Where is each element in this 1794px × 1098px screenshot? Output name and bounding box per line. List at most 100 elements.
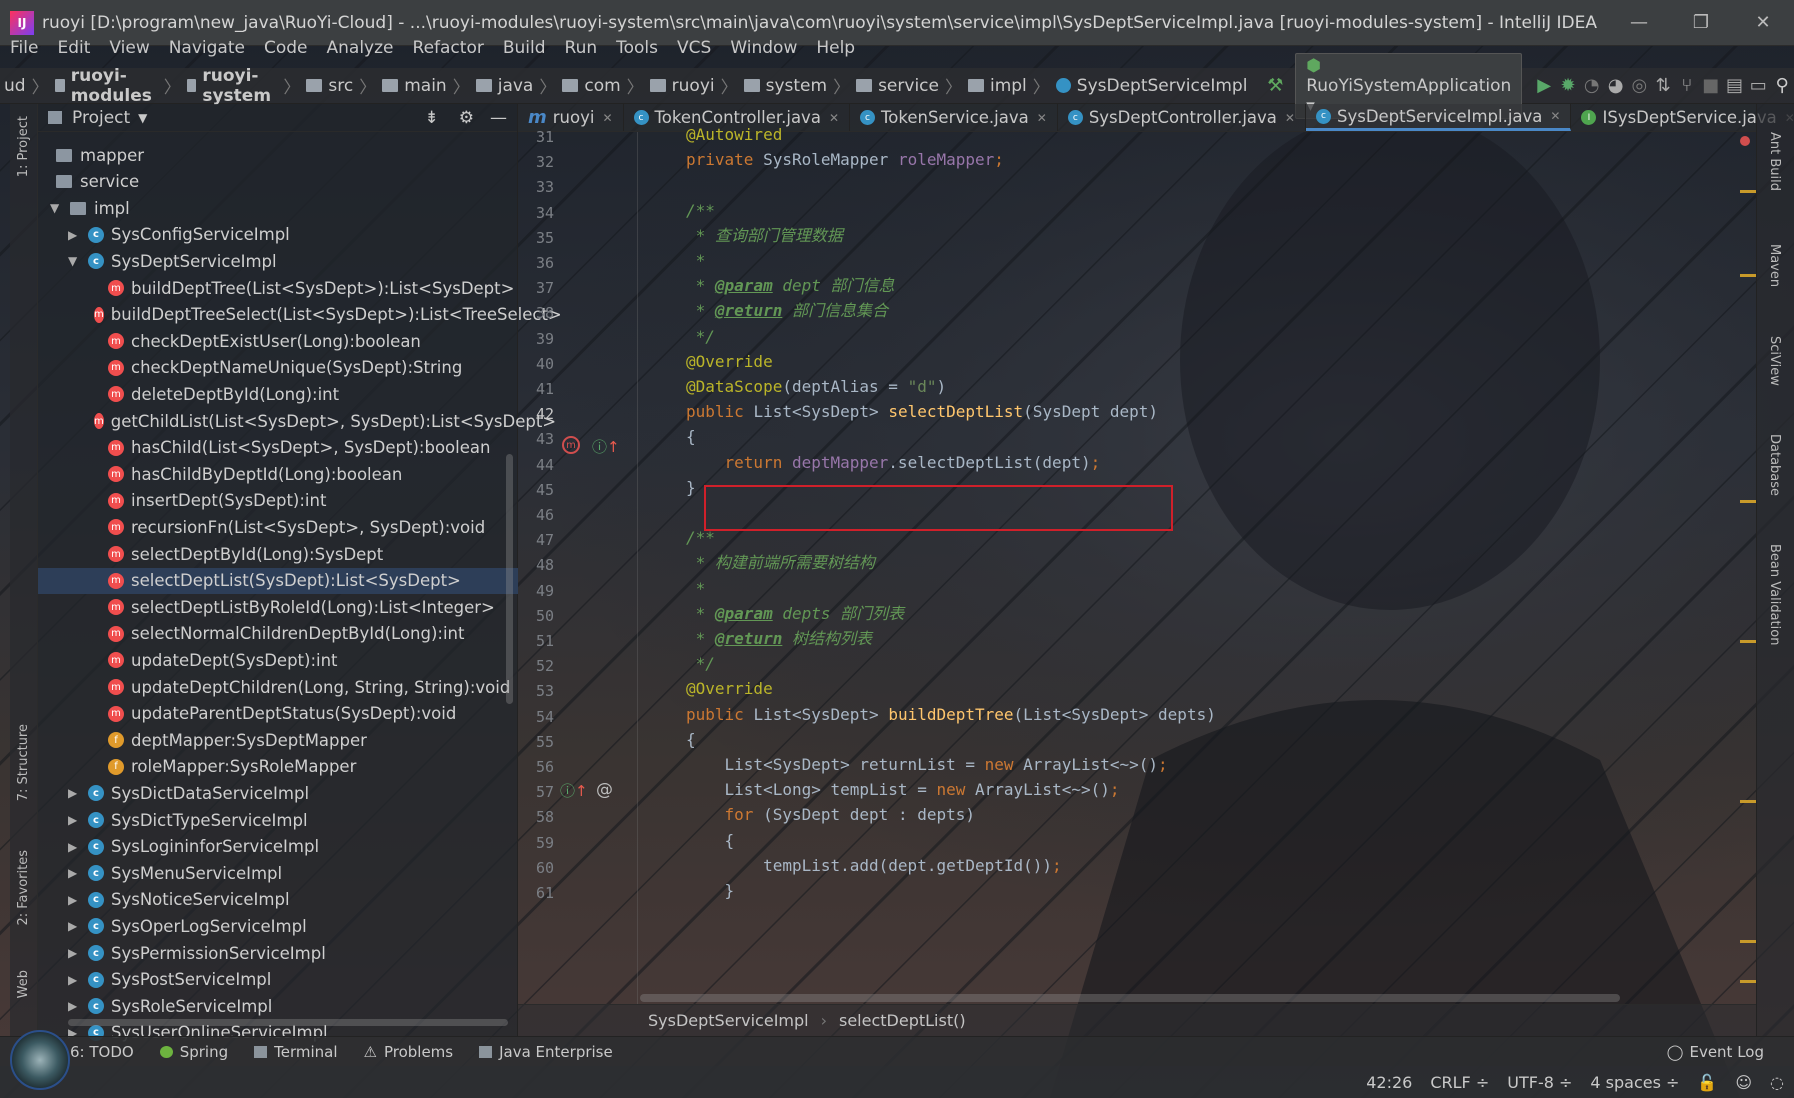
tree-method-item[interactable]: m recursionFn(List<SysDept>, SysDept):voi…	[38, 514, 518, 540]
menu-navigate[interactable]: Navigate	[169, 38, 245, 68]
code-editor[interactable]: @Autowired private SysRoleMapper roleMapp…	[686, 125, 1746, 1004]
line-number[interactable]: 57	[518, 783, 554, 801]
event-log-button[interactable]: ◯ Event Log	[1667, 1043, 1764, 1061]
close-tab-icon[interactable]: ✕	[829, 111, 839, 125]
editor-tab[interactable]: c SysDeptController.java ✕	[1058, 104, 1306, 131]
tab-favorites[interactable]: 2: Favorites	[16, 850, 31, 926]
nav-crumb[interactable]: ruoyi-system 〉	[186, 66, 300, 106]
attach-icon[interactable]: ◎	[1627, 71, 1651, 101]
tree-class-item[interactable]: ▶ c SysDictTypeServiceImpl	[38, 807, 518, 833]
error-marker-icon[interactable]	[1740, 136, 1750, 146]
build-hammer-icon[interactable]: ⚒	[1263, 71, 1287, 101]
line-number[interactable]: 42	[518, 405, 554, 423]
chevron-right-icon[interactable]: ▶	[68, 786, 82, 800]
nav-crumb[interactable]: impl 〉	[967, 73, 1050, 98]
line-number[interactable]: 59	[518, 834, 554, 852]
menu-view[interactable]: View	[109, 38, 149, 68]
code-line[interactable]: private SysRoleMapper roleMapper;	[686, 147, 1004, 173]
editor-hscrollbar[interactable]	[640, 994, 1620, 1002]
chevron-right-icon[interactable]: ▶	[68, 813, 82, 827]
tree-class-item[interactable]: ▶ c SysOperLogServiceImpl	[38, 913, 518, 939]
code-line[interactable]: * 查询部门管理数据	[686, 223, 843, 249]
tree-class-item[interactable]: ▶ c SysLogininforServiceImpl	[38, 834, 518, 860]
implements-icon[interactable]: ⓘ↑	[592, 436, 620, 457]
line-number[interactable]: 50	[518, 607, 554, 625]
caret-position[interactable]: 42:26	[1366, 1073, 1412, 1092]
chevron-right-icon[interactable]: ▶	[68, 973, 82, 987]
line-number[interactable]: 60	[518, 859, 554, 877]
tree-field-item[interactable]: f roleMapper:SysRoleMapper	[38, 754, 518, 780]
notifications-icon[interactable]: ◌	[1770, 1073, 1784, 1092]
line-number[interactable]: 48	[518, 556, 554, 574]
tree-method-item[interactable]: m buildDeptTreeSelect(List<SysDept>):List…	[38, 302, 562, 328]
tab-ant-build[interactable]: Ant Build	[1767, 132, 1782, 191]
breadcrumb-method[interactable]: selectDeptList()	[839, 1011, 966, 1030]
tree-method-item[interactable]: m deleteDeptById(Long):int	[38, 381, 518, 407]
line-number[interactable]: 35	[518, 229, 554, 247]
chevron-right-icon[interactable]: ▶	[68, 999, 82, 1013]
line-number[interactable]: 39	[518, 330, 554, 348]
tree-class-item[interactable]: ▶ c SysMenuServiceImpl	[38, 860, 518, 886]
tree-method-item[interactable]: m hasChild(List<SysDept>, SysDept):boolea…	[38, 435, 518, 461]
close-tab-icon[interactable]: ✕	[1550, 109, 1560, 123]
line-number[interactable]: 54	[518, 708, 554, 726]
coverage-icon[interactable]: ◔	[1580, 71, 1604, 101]
chevron-down-icon[interactable]: ▼	[50, 201, 64, 215]
tab-todo[interactable]: 6: TODO	[70, 1043, 134, 1061]
menu-edit[interactable]: Edit	[57, 38, 90, 68]
code-line[interactable]: {	[686, 828, 735, 854]
tree-folder-item[interactable]: service	[38, 169, 518, 195]
tree-folder-item[interactable]: mapper	[38, 142, 518, 168]
chevron-right-icon[interactable]: ▶	[68, 840, 82, 854]
code-line[interactable]: return deptMapper.selectDeptList(dept);	[686, 450, 1101, 476]
hide-panel-icon[interactable]: —	[490, 108, 507, 128]
line-number[interactable]: 47	[518, 531, 554, 549]
editor-tab[interactable]: c TokenService.java ✕	[850, 104, 1058, 131]
code-line[interactable]: List<SysDept> returnList = new ArrayList…	[686, 752, 1168, 778]
debug-icon[interactable]: ✹	[1556, 71, 1580, 101]
project-panel-title[interactable]: Project	[72, 108, 130, 128]
tab-web[interactable]: Web	[16, 970, 31, 998]
tree-method-item[interactable]: m hasChildByDeptId(Long):boolean	[38, 461, 518, 487]
tree-method-item[interactable]: m selectDeptById(Long):SysDept	[38, 541, 518, 567]
profile-icon[interactable]: ◕	[1604, 71, 1628, 101]
minimize-button[interactable]: —	[1608, 12, 1670, 33]
nav-crumb[interactable]: ruoyi-modules 〉	[54, 66, 181, 106]
tree-field-item[interactable]: f deptMapper:SysDeptMapper	[38, 727, 518, 753]
code-line[interactable]: @Autowired	[686, 122, 782, 148]
editor-tab[interactable]: c SysDeptServiceImpl.java ✕	[1305, 104, 1572, 131]
tree-class-item[interactable]: ▶ c SysPostServiceImpl	[38, 967, 518, 993]
line-number[interactable]: 36	[518, 254, 554, 272]
line-number[interactable]: 37	[518, 279, 554, 297]
close-tab-icon[interactable]: ✕	[602, 111, 612, 125]
tree-method-item[interactable]: m updateParentDeptStatus(SysDept):void	[38, 701, 518, 727]
code-line[interactable]: {	[686, 727, 696, 753]
tree-hscrollbar[interactable]	[68, 1019, 508, 1026]
line-separator[interactable]: CRLF ÷	[1430, 1073, 1489, 1092]
stop-icon[interactable]: ■	[1699, 71, 1723, 101]
run-icon[interactable]: ▶	[1532, 71, 1556, 101]
build-icon[interactable]: ⇅	[1651, 71, 1675, 101]
tree-method-item[interactable]: m updateDeptChildren(Long, String, String…	[38, 674, 518, 700]
tree-method-item[interactable]: m updateDept(SysDept):int	[38, 647, 518, 673]
code-line[interactable]: }	[686, 878, 735, 904]
gear-icon[interactable]: ⚙	[459, 108, 474, 128]
nav-crumb[interactable]: ud 〉	[4, 73, 49, 99]
chevron-down-icon[interactable]: ▼	[138, 111, 147, 125]
code-line[interactable]: */	[686, 651, 715, 677]
tab-maven[interactable]: Maven	[1767, 244, 1782, 287]
line-number[interactable]: 61	[518, 884, 554, 902]
project-structure-icon[interactable]: ▤	[1723, 71, 1747, 101]
menu-run[interactable]: Run	[565, 38, 598, 68]
code-line[interactable]: @Override	[686, 676, 773, 702]
chevron-right-icon[interactable]: ▶	[68, 946, 82, 960]
inspector-icon[interactable]: ☺	[1735, 1073, 1752, 1092]
line-number[interactable]: 31	[518, 128, 554, 146]
tree-class-item[interactable]: ▶ c SysConfigServiceImpl	[38, 222, 518, 248]
nav-crumb[interactable]: service 〉	[856, 73, 962, 98]
tree-class-item[interactable]: ▶ c SysPermissionServiceImpl	[38, 940, 518, 966]
code-line[interactable]: *	[686, 248, 706, 274]
editor-tab[interactable]: m ruoyi ✕	[518, 104, 624, 131]
code-line[interactable]: tempList.add(dept.getDeptId());	[686, 853, 1062, 879]
tree-method-item[interactable]: m checkDeptExistUser(Long):boolean	[38, 328, 518, 354]
